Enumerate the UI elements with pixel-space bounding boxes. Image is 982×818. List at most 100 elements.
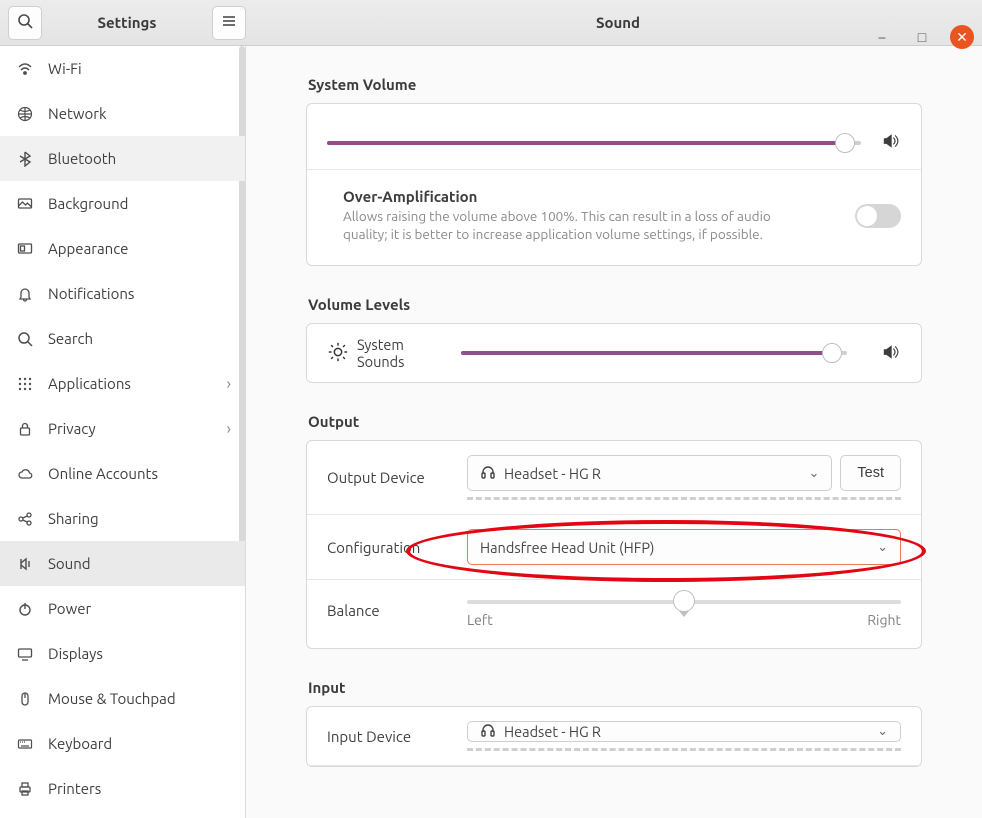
search-button[interactable]: [8, 6, 42, 40]
power-icon: [16, 601, 34, 617]
system-sounds-label: System Sounds: [357, 336, 447, 370]
chevron-right-icon: ›: [227, 375, 232, 393]
titlebar-left: Settings: [0, 6, 254, 40]
maximize-button[interactable]: □: [910, 25, 934, 49]
chevron-down-icon: ⌄: [877, 724, 888, 739]
sidebar-item-label: Appearance: [48, 240, 128, 257]
sidebar-item-sound[interactable]: Sound: [0, 541, 245, 586]
sidebar-item-applications[interactable]: Applications ›: [0, 361, 245, 406]
sidebar-item-notifications[interactable]: Notifications: [0, 271, 245, 316]
balance-slider[interactable]: [467, 600, 901, 604]
sidebar-item-label: Bluetooth: [48, 150, 116, 167]
sidebar-item-background[interactable]: Background: [0, 181, 245, 226]
system-volume-row: [307, 104, 921, 170]
sidebar-item-label: Notifications: [48, 285, 134, 302]
sidebar-item-bluetooth[interactable]: Bluetooth: [0, 136, 245, 181]
share-icon: [16, 511, 34, 527]
titlebar-right: Sound – □ ✕: [254, 14, 982, 31]
hamburger-icon: [221, 13, 237, 32]
cloud-icon: [16, 466, 34, 482]
printer-icon: [16, 781, 34, 797]
output-level-indicator: [467, 497, 901, 500]
over-amp-title: Over-Amplification: [343, 188, 831, 205]
titlebar: Settings Sound – □ ✕: [0, 0, 982, 46]
configuration-select[interactable]: Handsfree Head Unit (HFP) ⌄: [467, 529, 901, 565]
bluetooth-icon: [16, 151, 34, 167]
output-device-row: Output Device Headset - HG R ⌄ Test: [307, 441, 921, 515]
close-button[interactable]: ✕: [950, 25, 974, 49]
sidebar-item-privacy[interactable]: Privacy ›: [0, 406, 245, 451]
sidebar-item-label: Keyboard: [48, 735, 112, 752]
bell-icon: [16, 286, 34, 302]
close-icon: ✕: [956, 29, 968, 46]
speaker-icon[interactable]: [879, 132, 901, 153]
sidebar-item-power[interactable]: Power: [0, 586, 245, 631]
input-device-select[interactable]: Headset - HG R ⌄: [467, 721, 901, 742]
input-level-indicator: [467, 748, 901, 751]
over-amp-switch[interactable]: [855, 204, 901, 228]
keyboard-icon: [16, 736, 34, 752]
sidebar: Wi-Fi Network Bluetooth Background Appea…: [0, 46, 246, 818]
output-device-label: Output Device: [327, 469, 447, 486]
configuration-value: Handsfree Head Unit (HFP): [480, 539, 654, 556]
wifi-icon: [16, 61, 34, 77]
sidebar-item-label: Displays: [48, 645, 103, 662]
mouse-icon: [16, 691, 34, 707]
search-icon: [17, 13, 33, 32]
balance-thumb[interactable]: [673, 590, 695, 612]
sidebar-item-label: Sharing: [48, 510, 99, 527]
slider-thumb[interactable]: [835, 133, 855, 153]
over-amp-description: Allows raising the volume above 100%. Th…: [343, 207, 803, 243]
speaker-icon[interactable]: [879, 343, 901, 364]
volume-levels-panel: System Sounds: [306, 323, 922, 383]
test-button[interactable]: Test: [840, 455, 901, 491]
configuration-label: Configuration: [327, 539, 447, 556]
system-sounds-row: System Sounds: [307, 324, 921, 382]
sidebar-item-label: Network: [48, 105, 107, 122]
headphones-icon: [480, 722, 504, 741]
chevron-right-icon: ›: [227, 420, 232, 438]
balance-row: Balance Left Right: [307, 580, 921, 648]
system-volume-slider[interactable]: [327, 141, 861, 145]
chevron-down-icon: ⌄: [877, 540, 888, 555]
minimize-icon: –: [879, 29, 886, 45]
sidebar-item-label: Printers: [48, 780, 101, 797]
sidebar-item-online-accounts[interactable]: Online Accounts: [0, 451, 245, 496]
slider-fill: [461, 351, 832, 355]
output-device-select[interactable]: Headset - HG R ⌄: [467, 455, 832, 491]
headphones-icon: [480, 464, 504, 483]
output-panel: Output Device Headset - HG R ⌄ Test: [306, 440, 922, 649]
sidebar-item-printers[interactable]: Printers: [0, 766, 245, 811]
input-device-label: Input Device: [327, 728, 447, 745]
sidebar-item-label: Wi-Fi: [48, 60, 82, 77]
slider-thumb[interactable]: [822, 343, 842, 363]
slider-fill: [327, 141, 845, 145]
hamburger-button[interactable]: [212, 6, 246, 40]
apps-icon: [16, 376, 34, 392]
sidebar-item-label: Power: [48, 600, 91, 617]
chevron-down-icon: ⌄: [809, 466, 820, 481]
system-volume-heading: System Volume: [308, 76, 922, 93]
sidebar-item-search[interactable]: Search: [0, 316, 245, 361]
search-icon: [16, 331, 34, 347]
sidebar-item-network[interactable]: Network: [0, 91, 245, 136]
sidebar-item-label: Background: [48, 195, 128, 212]
input-heading: Input: [308, 679, 922, 696]
sidebar-item-label: Applications: [48, 375, 131, 392]
sidebar-item-appearance[interactable]: Appearance: [0, 226, 245, 271]
sidebar-item-sharing[interactable]: Sharing: [0, 496, 245, 541]
system-sounds-slider[interactable]: [461, 351, 847, 355]
sidebar-item-keyboard[interactable]: Keyboard: [0, 721, 245, 766]
window-controls: – □ ✕: [870, 14, 974, 60]
sidebar-item-mouse-touchpad[interactable]: Mouse & Touchpad: [0, 676, 245, 721]
sound-icon: [16, 556, 34, 572]
minimize-button[interactable]: –: [870, 25, 894, 49]
sidebar-item-label: Search: [48, 330, 93, 347]
volume-levels-heading: Volume Levels: [308, 296, 922, 313]
sidebar-item-wifi[interactable]: Wi-Fi: [0, 46, 245, 91]
maximize-icon: □: [918, 29, 926, 45]
sidebar-item-label: Privacy: [48, 420, 96, 437]
gear-icon: [327, 341, 349, 366]
sidebar-item-displays[interactable]: Displays: [0, 631, 245, 676]
output-device-value: Headset - HG R: [504, 465, 601, 482]
